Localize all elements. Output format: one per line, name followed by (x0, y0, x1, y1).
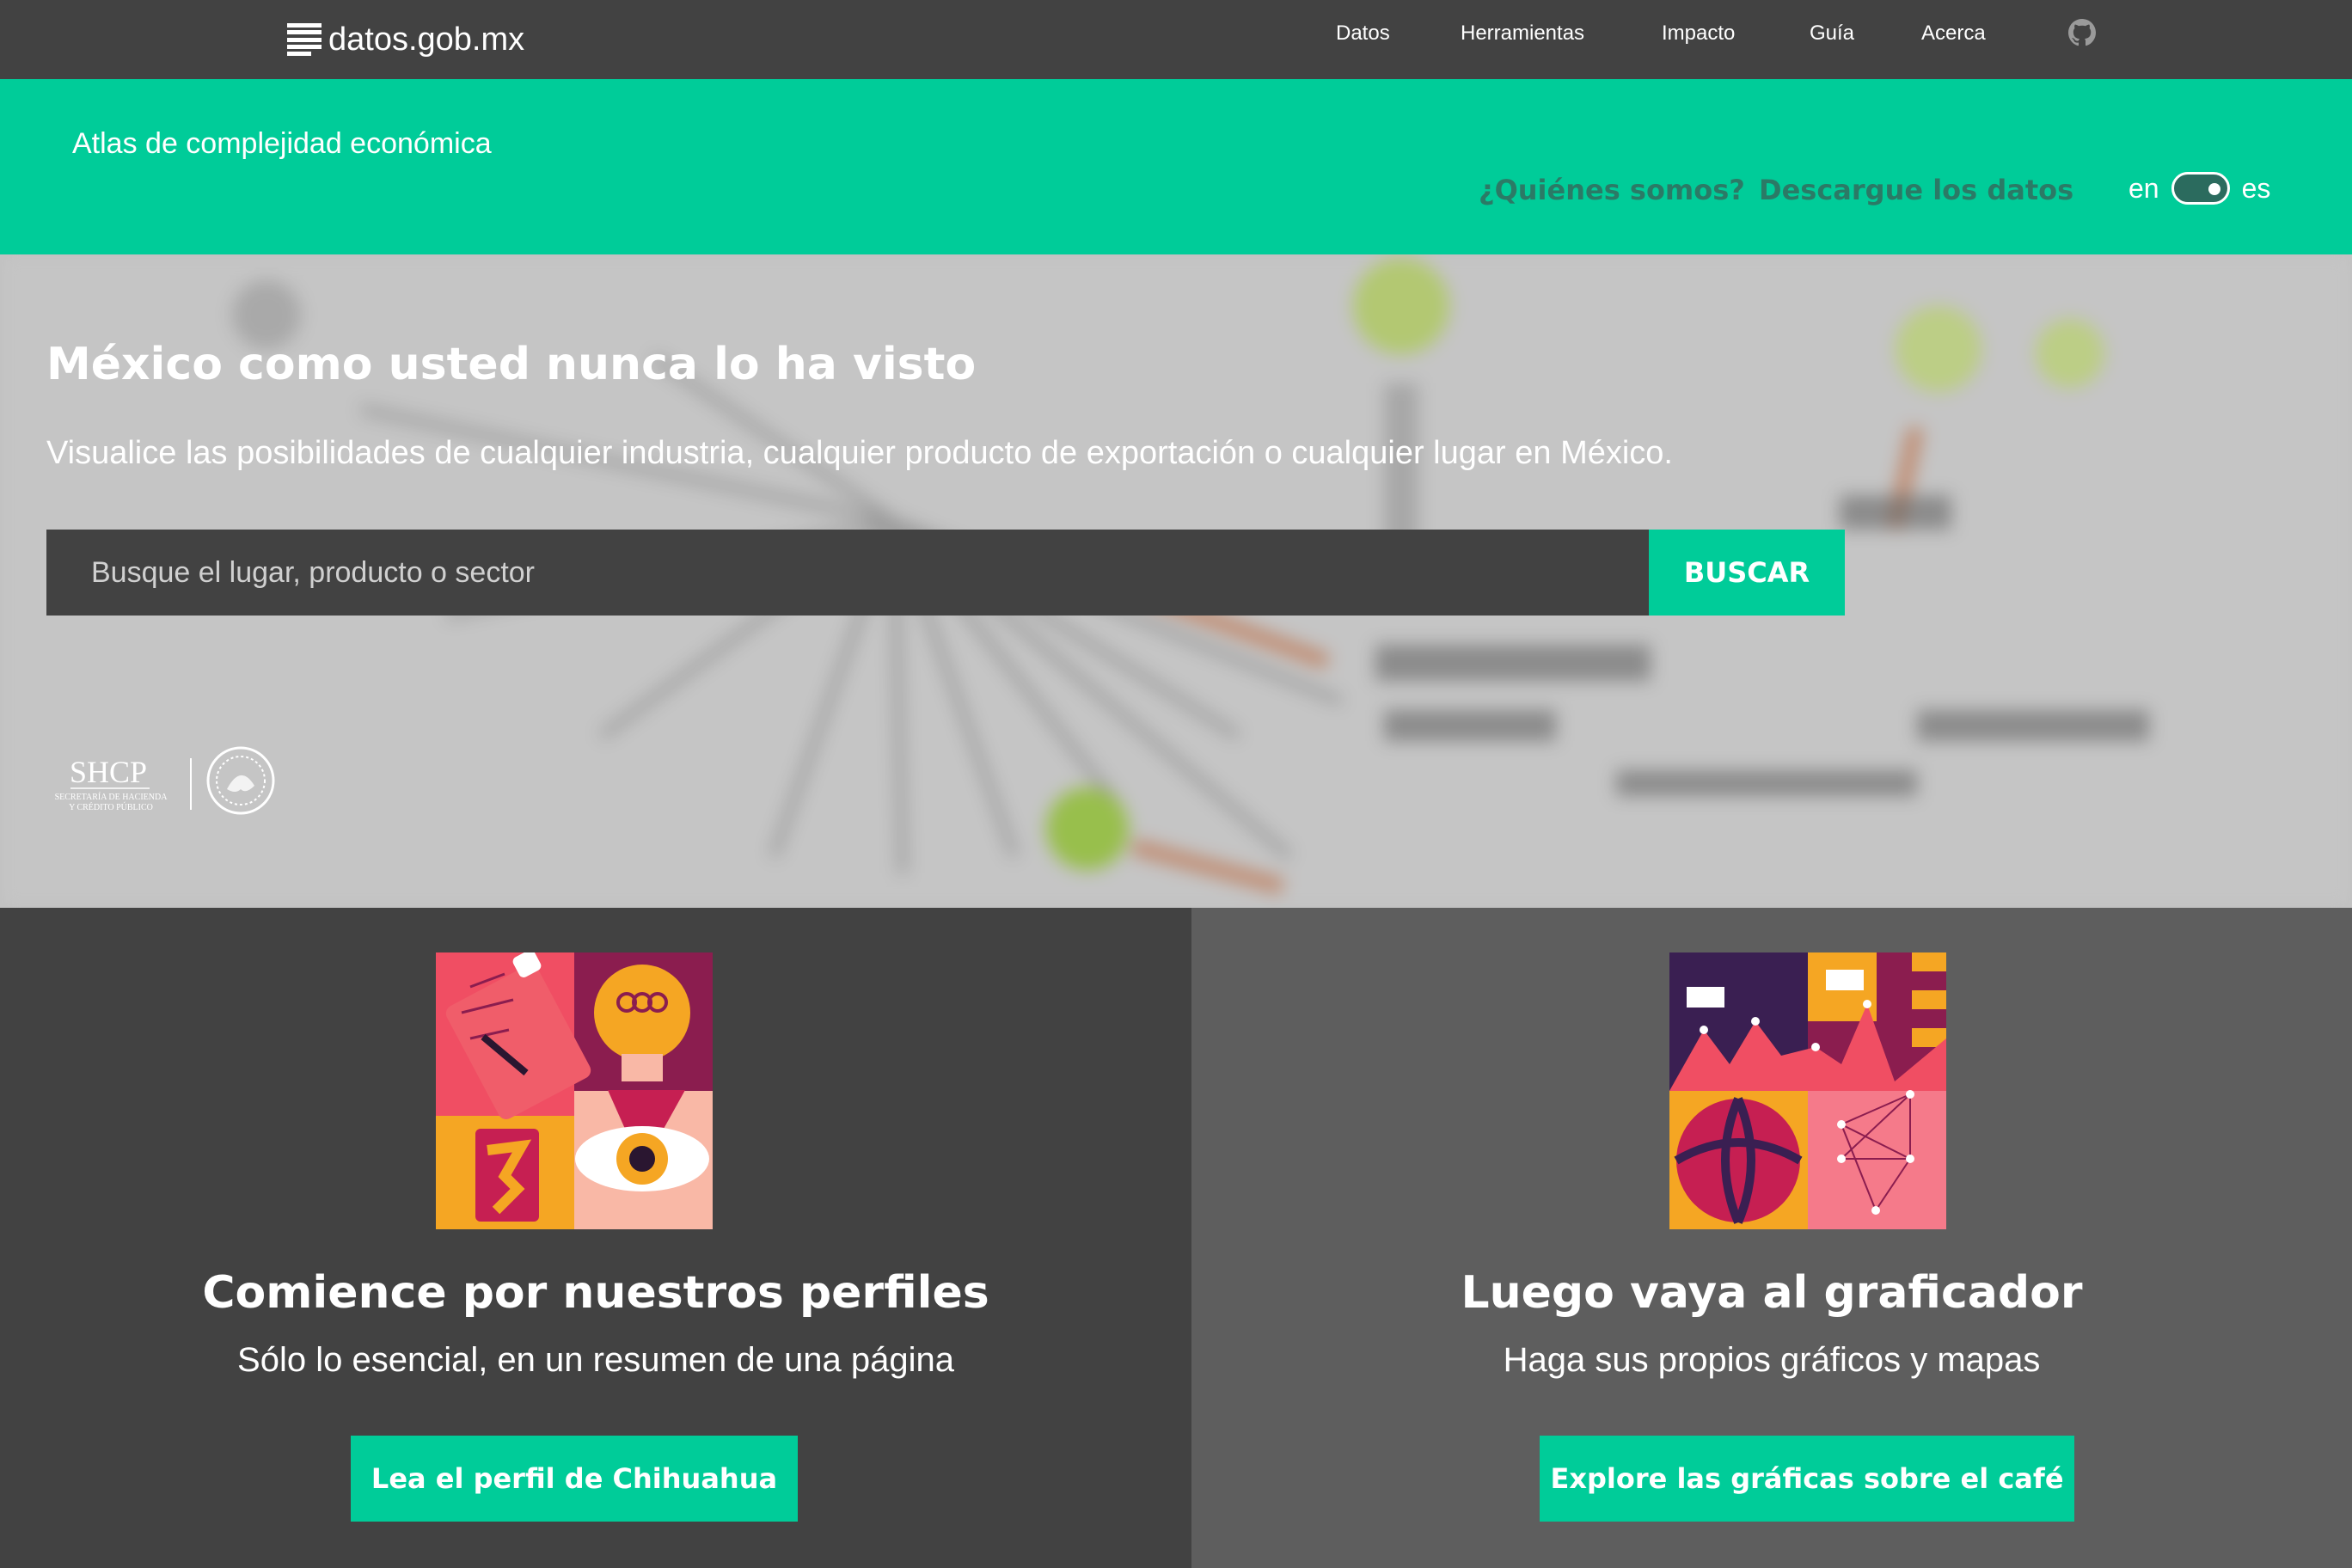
hero-title: México como usted nunca lo ha visto (46, 339, 977, 390)
language-switch: en es (2128, 172, 2270, 205)
shcp-logo: SHCP SECRETARÍA DE HACIENDA Y CRÉDITO PÚ… (55, 746, 275, 815)
lang-es-label[interactable]: es (2242, 173, 2271, 205)
top-navbar: datos.gob.mx Datos Herramientas Impacto … (0, 0, 2352, 79)
graphmaker-card: Luego vaya al graficador Haga sus propio… (1191, 908, 2352, 1568)
profiles-card-subtitle: Sólo lo esencial, en un resumen de una p… (237, 1341, 954, 1379)
svg-text:SHCP: SHCP (70, 755, 147, 789)
github-icon[interactable] (2068, 19, 2096, 46)
nav-guia[interactable]: Guía (1810, 21, 1854, 46)
graphmaker-card-subtitle: Haga sus propios gráficos y mapas (1503, 1341, 2041, 1379)
svg-text:SECRETARÍA DE HACIENDA: SECRETARÍA DE HACIENDA (55, 792, 168, 802)
site-logo-text: datos.gob.mx (328, 21, 525, 58)
search-button[interactable]: BUSCAR (1649, 530, 1845, 616)
profiles-illustration (436, 952, 713, 1229)
search-input[interactable] (46, 530, 1649, 616)
menu-lines-icon (287, 20, 322, 59)
site-logo[interactable]: datos.gob.mx (287, 14, 524, 65)
atlas-header-band (0, 79, 2352, 254)
hero-subtitle: Visualice las posibilidades de cualquier… (46, 435, 1673, 471)
read-profile-button[interactable]: Lea el perfil de Chihuahua (351, 1436, 798, 1522)
svg-text:Y CRÉDITO PÚBLICO: Y CRÉDITO PÚBLICO (69, 802, 153, 812)
lang-en-label[interactable]: en (2128, 173, 2159, 205)
download-data-link[interactable]: Descargue los datos (1759, 174, 2073, 206)
graphmaker-card-title: Luego vaya al graficador (1461, 1267, 2083, 1319)
hero-section: México como usted nunca lo ha visto Visu… (0, 254, 2352, 908)
nav-herramientas[interactable]: Herramientas (1461, 21, 1584, 46)
nav-datos[interactable]: Datos (1336, 21, 1390, 46)
who-we-are-link[interactable]: ¿Quiénes somos? (1479, 174, 1745, 206)
profiles-card: Comience por nuestros perfiles Sólo lo e… (0, 908, 1191, 1568)
graphmaker-illustration (1669, 952, 1946, 1229)
nav-acerca[interactable]: Acerca (1921, 21, 1986, 46)
language-toggle[interactable] (2171, 172, 2230, 205)
explore-coffee-button[interactable]: Explore las gráficas sobre el café (1540, 1436, 2074, 1522)
profiles-card-title: Comience por nuestros perfiles (202, 1267, 989, 1319)
atlas-title[interactable]: Atlas de complejidad económica (72, 127, 492, 161)
nav-impacto[interactable]: Impacto (1662, 21, 1735, 46)
